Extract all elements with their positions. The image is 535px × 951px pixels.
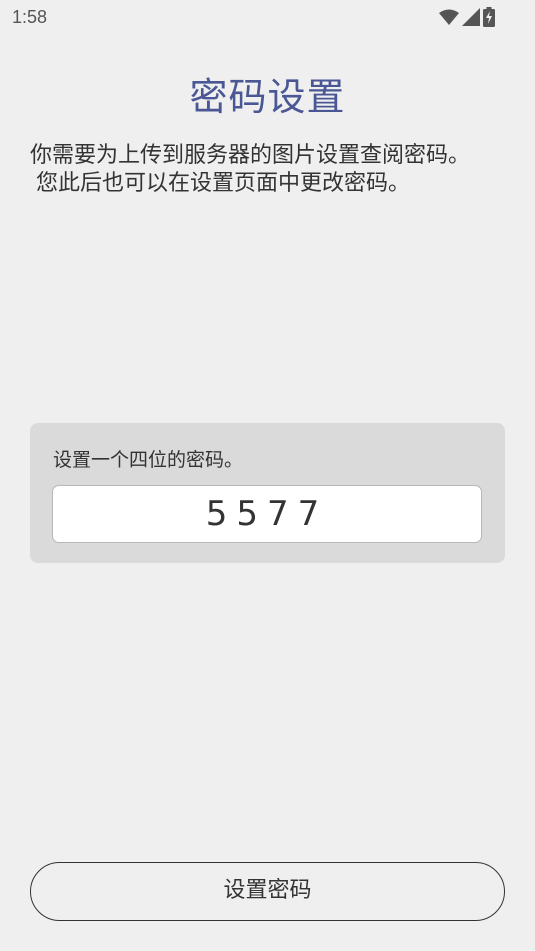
password-card: 设置一个四位的密码。 5577 bbox=[30, 423, 505, 563]
password-input[interactable]: 5577 bbox=[52, 485, 482, 543]
battery-charging-icon bbox=[483, 7, 495, 27]
set-password-button[interactable]: 设置密码 bbox=[30, 862, 505, 921]
cellular-signal-icon bbox=[462, 8, 480, 26]
page-description: 你需要为上传到服务器的图片设置查阅密码。 您此后也可以在设置页面中更改密码。 bbox=[30, 142, 510, 198]
status-time: 1:58 bbox=[12, 7, 48, 27]
status-icons bbox=[439, 7, 495, 27]
wifi-icon bbox=[439, 9, 459, 25]
description-line-2: 您此后也可以在设置页面中更改密码。 bbox=[36, 171, 411, 196]
password-prompt: 设置一个四位的密码。 bbox=[53, 449, 244, 471]
page-title: 密码设置 bbox=[189, 75, 346, 119]
status-bar: 1:58 bbox=[0, 0, 535, 36]
description-line-1: 你需要为上传到服务器的图片设置查阅密码。 bbox=[30, 143, 471, 168]
